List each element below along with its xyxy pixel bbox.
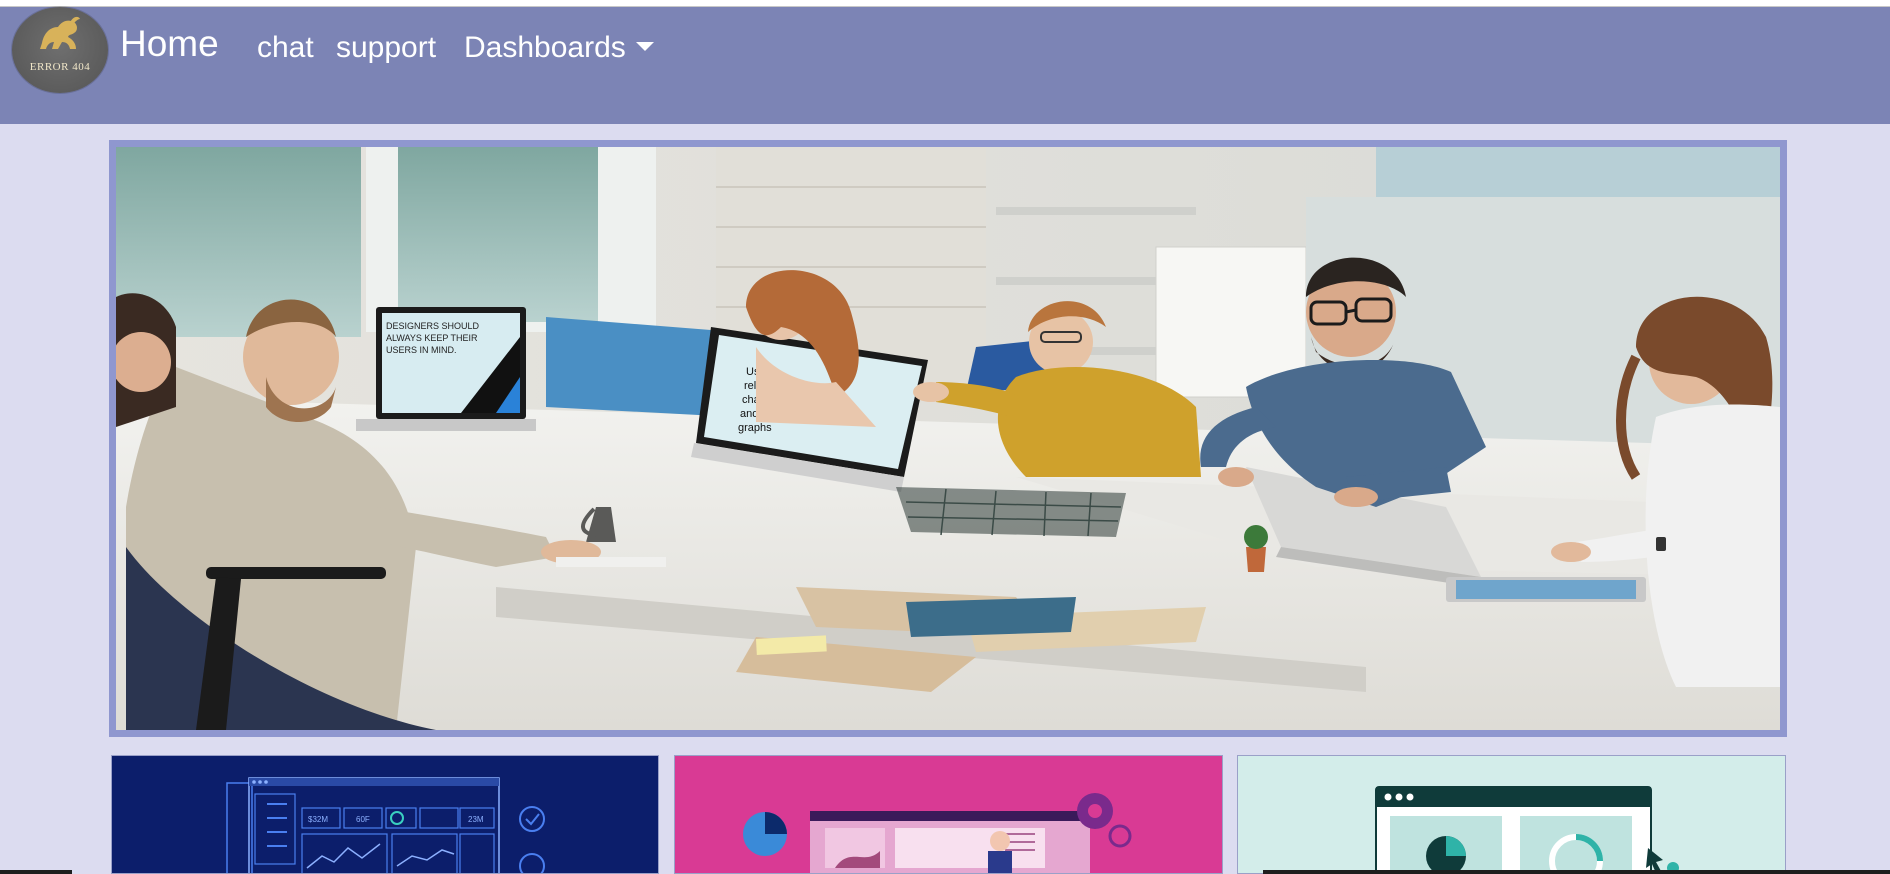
dashboard-card-presentation[interactable]: [674, 755, 1223, 874]
metric-2: 60F: [356, 815, 370, 824]
office-team-photo: DESIGNERS SHOULD ALWAYS KEEP THEIR USERS…: [116, 147, 1780, 730]
nav-chat-link[interactable]: chat: [257, 31, 314, 65]
presentation-illustration: [743, 793, 1132, 873]
svg-text:and: and: [740, 408, 758, 420]
dashboard-card-reports[interactable]: [1237, 755, 1786, 874]
top-edge: [0, 0, 1890, 7]
svg-text:graphs: graphs: [738, 422, 772, 434]
navbar: ERROR 404 Home chat support Dashboards: [0, 7, 1890, 124]
metric-3: 23M: [468, 815, 484, 824]
dashboards-label: Dashboards: [464, 31, 626, 64]
nav-dashboards-dropdown[interactable]: Dashboards: [464, 31, 654, 65]
nav-home-link[interactable]: Home: [120, 23, 219, 65]
analytics-dashboard-illustration: $32M 60F 23M: [226, 777, 545, 873]
hero-image-frame: DESIGNERS SHOULD ALWAYS KEEP THEIR USERS…: [109, 140, 1787, 737]
monitor1-text: DESIGNERS SHOULD: [386, 321, 480, 331]
svg-text:ALWAYS KEEP THEIR: ALWAYS KEEP THEIR: [386, 333, 478, 343]
metric-1: $32M: [308, 815, 328, 824]
bottom-strip-right: [1263, 870, 1890, 874]
gear-icon: [519, 806, 545, 832]
logo-text: ERROR 404: [29, 61, 91, 73]
lion-icon: [40, 16, 80, 49]
caret-down-icon: [635, 41, 654, 51]
nav-support-link[interactable]: support: [336, 31, 436, 65]
gear-icon: [519, 853, 545, 873]
svg-text:USERS IN MIND.: USERS IN MIND.: [386, 345, 457, 355]
dashboard-card-analytics[interactable]: $32M 60F 23M: [111, 755, 659, 874]
reports-illustration: [1375, 786, 1679, 873]
brand-logo[interactable]: ERROR 404: [12, 7, 108, 93]
bottom-strip-left: [0, 870, 72, 874]
